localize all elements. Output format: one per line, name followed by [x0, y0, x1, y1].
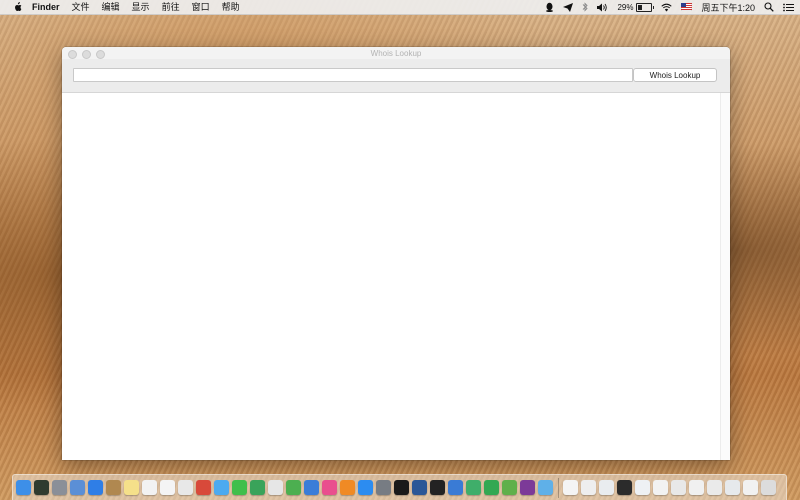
qq-penguin-icon[interactable] [545, 2, 554, 12]
menu-window[interactable]: 窗口 [192, 0, 210, 14]
window-title: Whois Lookup [370, 48, 422, 58]
clock[interactable]: 周五下午1:20 [701, 1, 755, 14]
telegram-icon[interactable] [563, 2, 574, 12]
ibooks-icon[interactable] [340, 480, 355, 495]
textedit-icon[interactable] [160, 480, 175, 495]
screenshot-2-icon[interactable] [599, 480, 614, 495]
finder-icon[interactable] [16, 480, 31, 495]
stack-2-icon[interactable] [707, 480, 722, 495]
dock [12, 474, 787, 500]
stack-icon[interactable] [689, 480, 704, 495]
drive-icon[interactable] [538, 480, 553, 495]
xcode-icon[interactable] [448, 480, 463, 495]
traffic-lights [68, 49, 110, 59]
menu-view[interactable]: 显示 [132, 0, 150, 14]
results-scrollbar[interactable] [720, 93, 730, 460]
numbers-icon[interactable] [286, 480, 301, 495]
notification-list-icon[interactable] [783, 3, 794, 12]
document-icon[interactable] [563, 480, 578, 495]
sequel-icon[interactable] [502, 480, 517, 495]
battery-level-fill [638, 4, 642, 10]
whois-lookup-button[interactable]: Whois Lookup [633, 68, 717, 82]
chrome-2-icon[interactable] [250, 480, 265, 495]
spotlight-search-icon[interactable] [764, 2, 774, 12]
dashboard-icon[interactable] [34, 480, 49, 495]
stickies-icon[interactable] [124, 480, 139, 495]
wechat-icon[interactable] [232, 480, 247, 495]
whois-lookup-window: Whois Lookup Whois Lookup [62, 47, 730, 460]
stack-4-icon[interactable] [743, 480, 758, 495]
stack-3-icon[interactable] [725, 480, 740, 495]
notes-folder-icon[interactable] [106, 480, 121, 495]
apple-logo-icon[interactable] [10, 0, 24, 14]
network-2-icon[interactable] [484, 480, 499, 495]
preview-icon[interactable] [70, 480, 85, 495]
window-screenshot-2-icon[interactable] [653, 480, 668, 495]
bluetooth-icon[interactable] [582, 2, 589, 12]
zoom-button[interactable] [96, 49, 105, 59]
minimize-button[interactable] [82, 49, 91, 59]
window-titlebar[interactable]: Whois Lookup [62, 47, 730, 59]
window-screenshot-icon[interactable] [635, 480, 650, 495]
menu-app-name[interactable]: Finder [32, 0, 60, 14]
domain-input[interactable] [73, 68, 633, 82]
word-icon[interactable] [412, 480, 427, 495]
launchpad-icon[interactable] [52, 480, 67, 495]
us-flag-input-icon[interactable] [681, 3, 693, 11]
wifi-icon[interactable] [661, 3, 673, 12]
results-area[interactable] [62, 93, 730, 460]
close-button[interactable] [68, 49, 77, 59]
script-icon[interactable] [268, 480, 283, 495]
screenshot-icon[interactable] [581, 480, 596, 495]
battery-icon [636, 2, 655, 12]
menu-bar: Finder 文件 编辑 显示 前往 窗口 帮助 29% 周五下午1:20 [0, 0, 800, 15]
calendar-icon[interactable] [142, 480, 157, 495]
messages-icon[interactable] [214, 480, 229, 495]
menu-help[interactable]: 帮助 [222, 0, 240, 14]
terminal-screenshot-icon[interactable] [617, 480, 632, 495]
onenote-icon[interactable] [520, 480, 535, 495]
trash-icon[interactable] [761, 480, 776, 495]
status-area: 29% 周五下午1:20 [536, 0, 794, 14]
itunes-icon[interactable] [322, 480, 337, 495]
volume-icon[interactable] [597, 3, 608, 12]
app-store-icon[interactable] [358, 480, 373, 495]
battery-indicator[interactable]: 29% [617, 2, 655, 12]
menu-file[interactable]: 文件 [72, 0, 90, 14]
menu-go[interactable]: 前往 [162, 0, 180, 14]
chrome-icon[interactable] [196, 480, 211, 495]
terminal-icon[interactable] [430, 480, 445, 495]
system-preferences-icon[interactable] [376, 480, 391, 495]
window-screenshot-3-icon[interactable] [671, 480, 686, 495]
network-icon[interactable] [466, 480, 481, 495]
safari-icon[interactable] [88, 480, 103, 495]
photos-icon[interactable] [178, 480, 193, 495]
dock-separator [558, 477, 559, 498]
menu-edit[interactable]: 编辑 [102, 0, 120, 14]
battery-percent: 29% [617, 2, 634, 12]
keynote-icon[interactable] [304, 480, 319, 495]
qq-icon[interactable] [394, 480, 409, 495]
lookup-toolbar: Whois Lookup [62, 59, 730, 93]
